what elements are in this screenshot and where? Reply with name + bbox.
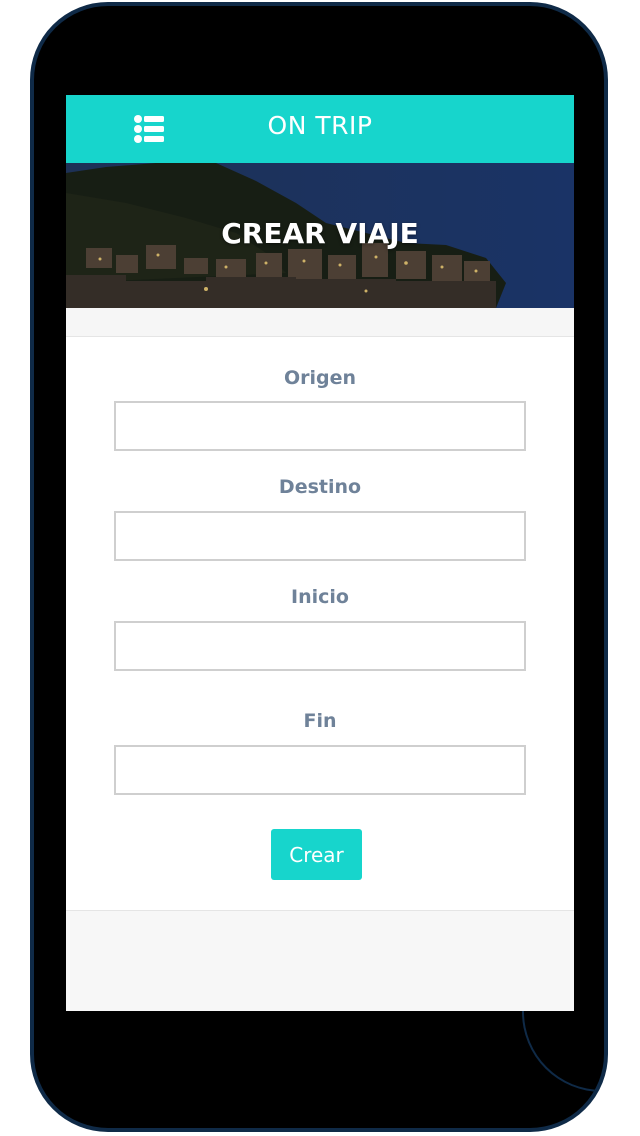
app-screen: ON TRIP CREAR VIAJE Origen Destino Inici…: [66, 95, 574, 1011]
inicio-label: Inicio: [291, 586, 349, 608]
top-navbar: ON TRIP: [66, 95, 574, 163]
page-title: CREAR VIAJE: [221, 217, 419, 250]
hero-banner: CREAR VIAJE: [66, 163, 574, 308]
fin-label: Fin: [303, 710, 337, 732]
origen-label: Origen: [283, 367, 357, 389]
app-brand: ON TRIP: [267, 111, 373, 140]
bottom-band: [66, 911, 574, 1011]
create-trip-form: Origen Destino Inicio Fin Crear: [66, 337, 574, 911]
fin-input[interactable]: [114, 745, 526, 795]
top-band: [66, 308, 574, 337]
origen-input[interactable]: [114, 401, 526, 451]
destino-label: Destino: [278, 476, 362, 498]
destino-input[interactable]: [114, 511, 526, 561]
crear-button[interactable]: Crear: [271, 829, 362, 880]
inicio-input[interactable]: [114, 621, 526, 671]
phone-reflection: [522, 1006, 604, 1092]
